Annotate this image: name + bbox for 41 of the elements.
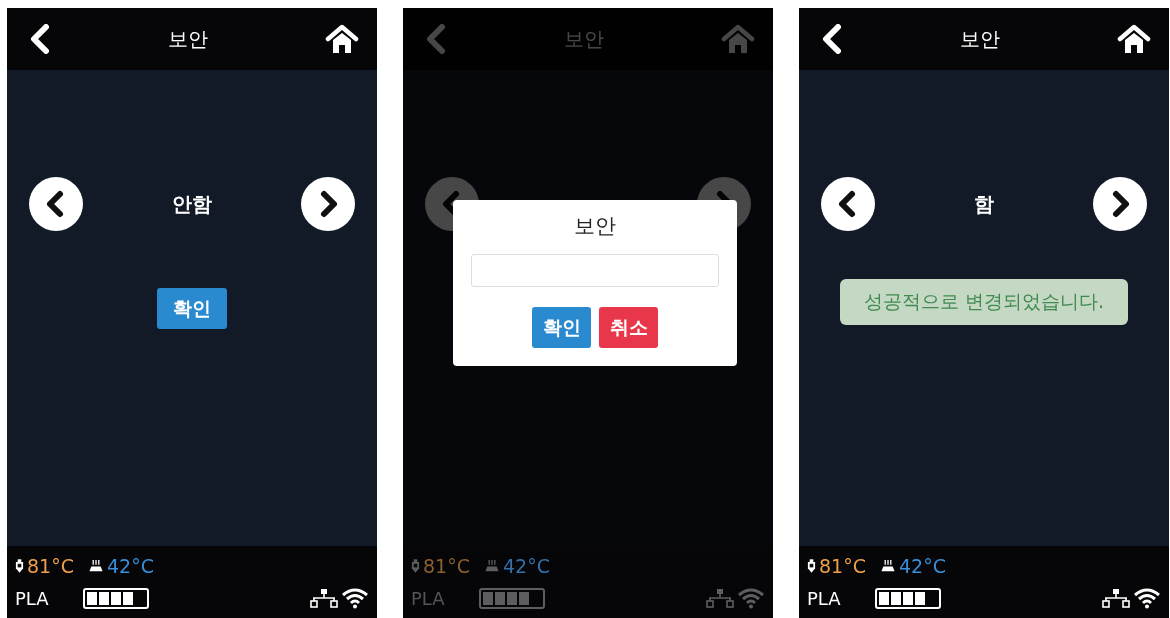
screen-title: 보안 [168,25,208,53]
option-value: 안함 [172,190,212,218]
cancel-button[interactable]: 취소 [599,307,658,348]
home-icon[interactable] [1117,24,1151,54]
temperature-reading: 81°C [819,555,866,577]
confirm-button[interactable]: 확인 [532,307,591,348]
network-icon [310,588,338,608]
network-icon [706,588,734,608]
heated-bed-icon [483,558,500,574]
success-toast: 성공적으로 변경되었습니다. [839,279,1129,325]
battery-indicator [83,587,149,609]
password-field[interactable] [471,254,719,287]
option-value: 함 [974,190,994,218]
nozzle-icon [15,558,24,574]
material-label: PLA [807,587,842,609]
dialog-title: 보안 [574,213,616,240]
nozzle-icon [807,558,816,574]
screen-title: 보안 [564,25,604,53]
material-label: PLA [411,587,446,609]
previous-button[interactable] [821,177,875,231]
next-button[interactable] [301,177,355,231]
temperature-reading: 81°C [423,555,470,577]
wifi-icon [737,587,765,609]
heated-bed-icon [87,558,104,574]
battery-indicator [875,587,941,609]
screen-title: 보안 [960,25,1000,53]
next-button[interactable] [1093,177,1147,231]
temperature-reading: 42°C [502,555,550,577]
heated-bed-icon [879,558,896,574]
home-icon[interactable] [325,24,359,54]
previous-button[interactable] [29,177,83,231]
nozzle-icon [411,558,420,574]
wifi-icon [341,587,369,609]
wifi-icon [1133,587,1161,609]
temperature-reading: 42°C [898,555,946,577]
temperature-reading: 42°C [106,555,154,577]
temperature-reading: 81°C [27,555,74,577]
network-icon [1102,588,1130,608]
confirm-button[interactable]: 확인 [157,288,227,329]
battery-indicator [479,587,545,609]
material-label: PLA [15,587,50,609]
